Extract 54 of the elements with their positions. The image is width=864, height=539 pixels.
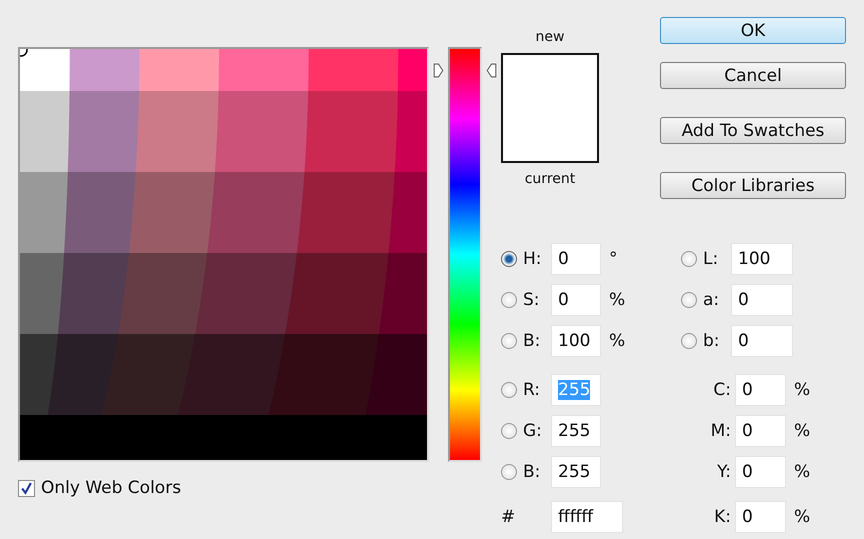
radio-button[interactable]: [501, 251, 517, 267]
picker-ring-icon[interactable]: [20, 49, 30, 59]
input-field[interactable]: 100: [731, 243, 793, 275]
checkbox-label: Only Web Colors: [41, 478, 182, 498]
field-label: b:: [703, 331, 721, 351]
input-field[interactable]: 0: [551, 284, 601, 316]
field-label: L:: [703, 249, 720, 269]
field-label: S:: [523, 290, 541, 310]
unit-label: %: [794, 380, 810, 400]
unit-label: %: [609, 331, 626, 351]
field-label: R:: [523, 380, 542, 400]
radio-button[interactable]: [681, 251, 697, 267]
unit-label: %: [794, 507, 810, 527]
radio-button[interactable]: [501, 292, 517, 308]
unit-label: °: [609, 249, 618, 269]
unit-label: %: [609, 290, 626, 310]
field-label: B:: [523, 462, 542, 482]
input-field[interactable]: 255: [551, 456, 601, 488]
field-label: a:: [703, 290, 720, 310]
dialog-button[interactable]: Add To Swatches: [660, 117, 846, 144]
input-field[interactable]: 0: [735, 501, 786, 533]
field-label: B:: [523, 331, 542, 351]
field-label: G:: [523, 421, 543, 441]
field-label: K:: [713, 507, 732, 527]
radio-button[interactable]: [501, 382, 517, 398]
radio-button[interactable]: [681, 292, 697, 308]
field-label: Y:: [716, 462, 732, 482]
input-field[interactable]: 0: [735, 374, 786, 406]
input-field[interactable]: 255: [551, 415, 601, 447]
field-label: #: [501, 507, 516, 527]
input-field[interactable]: 0: [551, 243, 601, 275]
checkbox[interactable]: [18, 480, 35, 496]
input-field[interactable]: 0: [735, 415, 786, 447]
radio-button[interactable]: [501, 333, 517, 349]
field-label: C:: [712, 380, 732, 400]
input-field[interactable]: ffffff: [551, 501, 623, 533]
current-label: current: [524, 171, 576, 187]
input-field[interactable]: 0: [731, 325, 793, 357]
new-label: new: [536, 29, 564, 45]
dialog-button[interactable]: Color Libraries: [660, 172, 846, 199]
slider-arrow-icon[interactable]: [433, 62, 444, 78]
input-field[interactable]: 100: [551, 325, 601, 357]
radio-button[interactable]: [681, 333, 697, 349]
radio-button[interactable]: [501, 464, 517, 480]
input-field[interactable]: 0: [735, 456, 786, 488]
input-field[interactable]: 0: [731, 284, 793, 316]
dialog-button[interactable]: Cancel: [660, 62, 846, 89]
unit-label: %: [794, 462, 810, 482]
radio-button[interactable]: [501, 423, 517, 439]
dialog-button[interactable]: OK: [660, 17, 846, 44]
field-label: H:: [523, 249, 543, 269]
unit-label: %: [794, 421, 810, 441]
field-label: M:: [710, 421, 732, 441]
slider-arrow-icon[interactable]: [486, 62, 498, 78]
